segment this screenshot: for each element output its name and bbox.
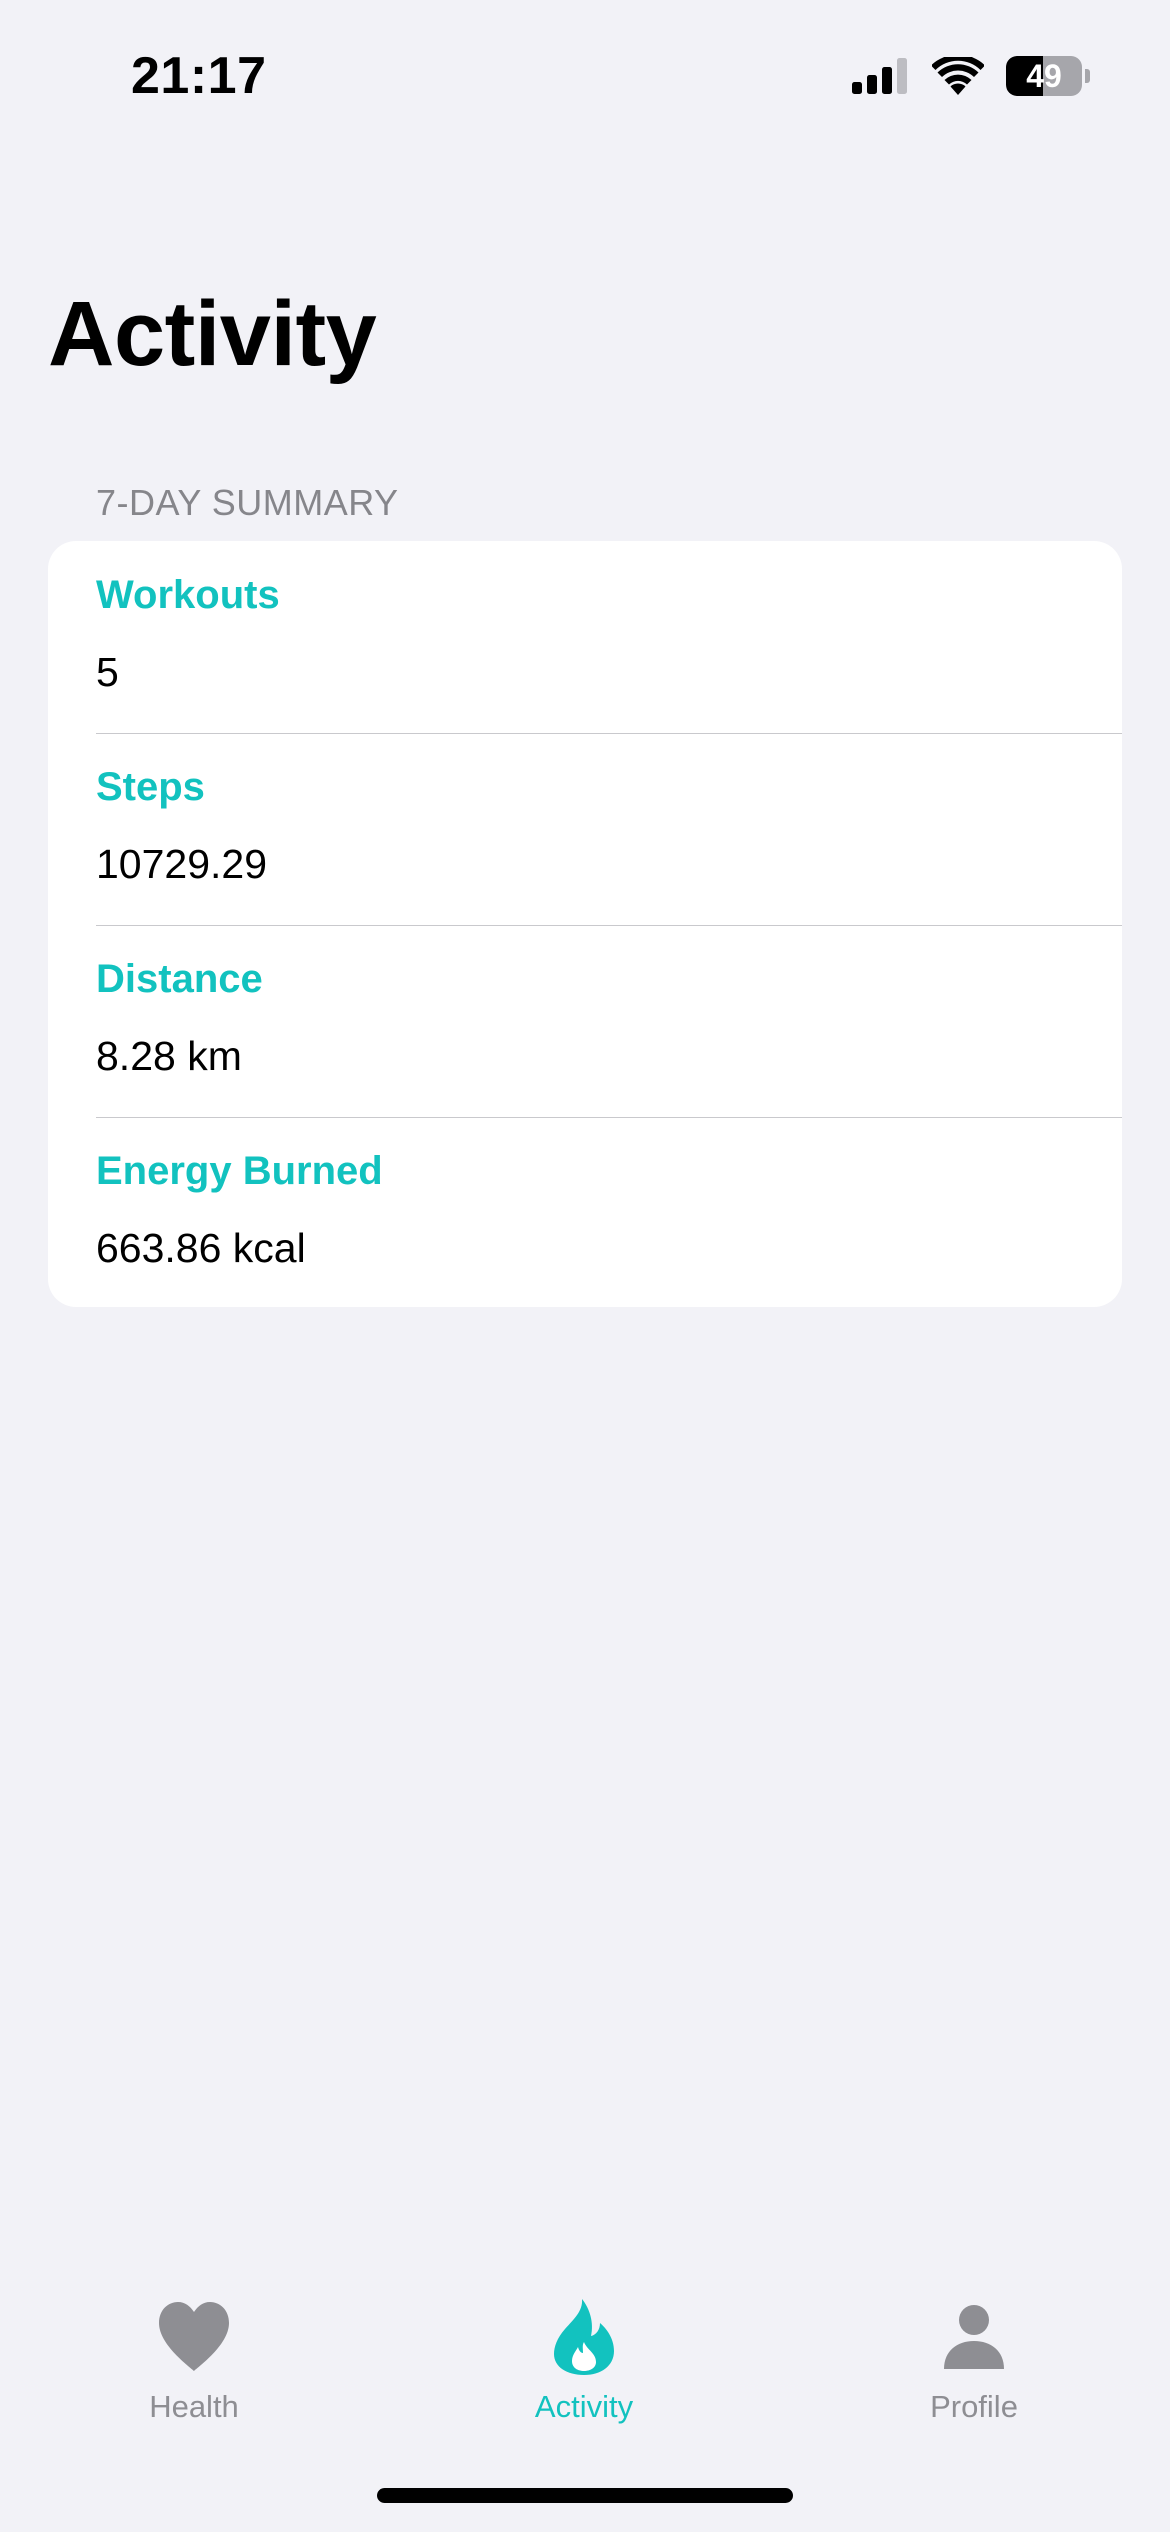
- heart-icon: [159, 2302, 229, 2371]
- tab-label: Profile: [930, 2389, 1018, 2424]
- tab-health[interactable]: Health: [74, 2297, 314, 2447]
- person-icon: [944, 2305, 1004, 2369]
- row-value: 663.86 kcal: [96, 1225, 306, 1271]
- tab-label: Health: [149, 2389, 239, 2424]
- row-value: 8.28 km: [96, 1033, 242, 1079]
- tab-activity[interactable]: Activity: [464, 2297, 704, 2447]
- tab-label: Activity: [534, 2389, 634, 2424]
- home-indicator[interactable]: [377, 2488, 793, 2503]
- battery-body: 49: [1006, 56, 1082, 96]
- flame-icon: [554, 2299, 614, 2375]
- status-bar: 21:17 49: [0, 0, 1170, 150]
- battery-cap: [1085, 69, 1090, 83]
- status-time: 21:17: [131, 47, 267, 105]
- row-label: Workouts: [96, 573, 280, 617]
- row-value: 5: [96, 649, 119, 695]
- row-value: 10729.29: [96, 841, 268, 887]
- row-label: Energy Burned: [96, 1149, 383, 1193]
- battery-level: 49: [1026, 58, 1062, 94]
- summary-row-distance: Distance 8.28 km: [48, 925, 1122, 1117]
- status-icons: 49: [852, 56, 1090, 96]
- summary-row-workouts: Workouts 5: [48, 541, 1122, 733]
- summary-row-steps: Steps 10729.29: [48, 733, 1122, 925]
- cellular-signal-icon: [852, 58, 907, 94]
- row-label: Distance: [96, 957, 263, 1001]
- section-header: 7-DAY SUMMARY: [96, 482, 399, 523]
- row-label: Steps: [96, 765, 205, 809]
- page-title: Activity: [48, 283, 377, 385]
- summary-row-energy: Energy Burned 663.86 kcal: [48, 1117, 1122, 1307]
- wifi-icon: [932, 57, 984, 95]
- summary-card: Workouts 5 Steps 10729.29 Distance 8.28 …: [48, 541, 1122, 1307]
- tab-profile[interactable]: Profile: [854, 2297, 1094, 2447]
- battery-icon: 49: [1006, 56, 1090, 96]
